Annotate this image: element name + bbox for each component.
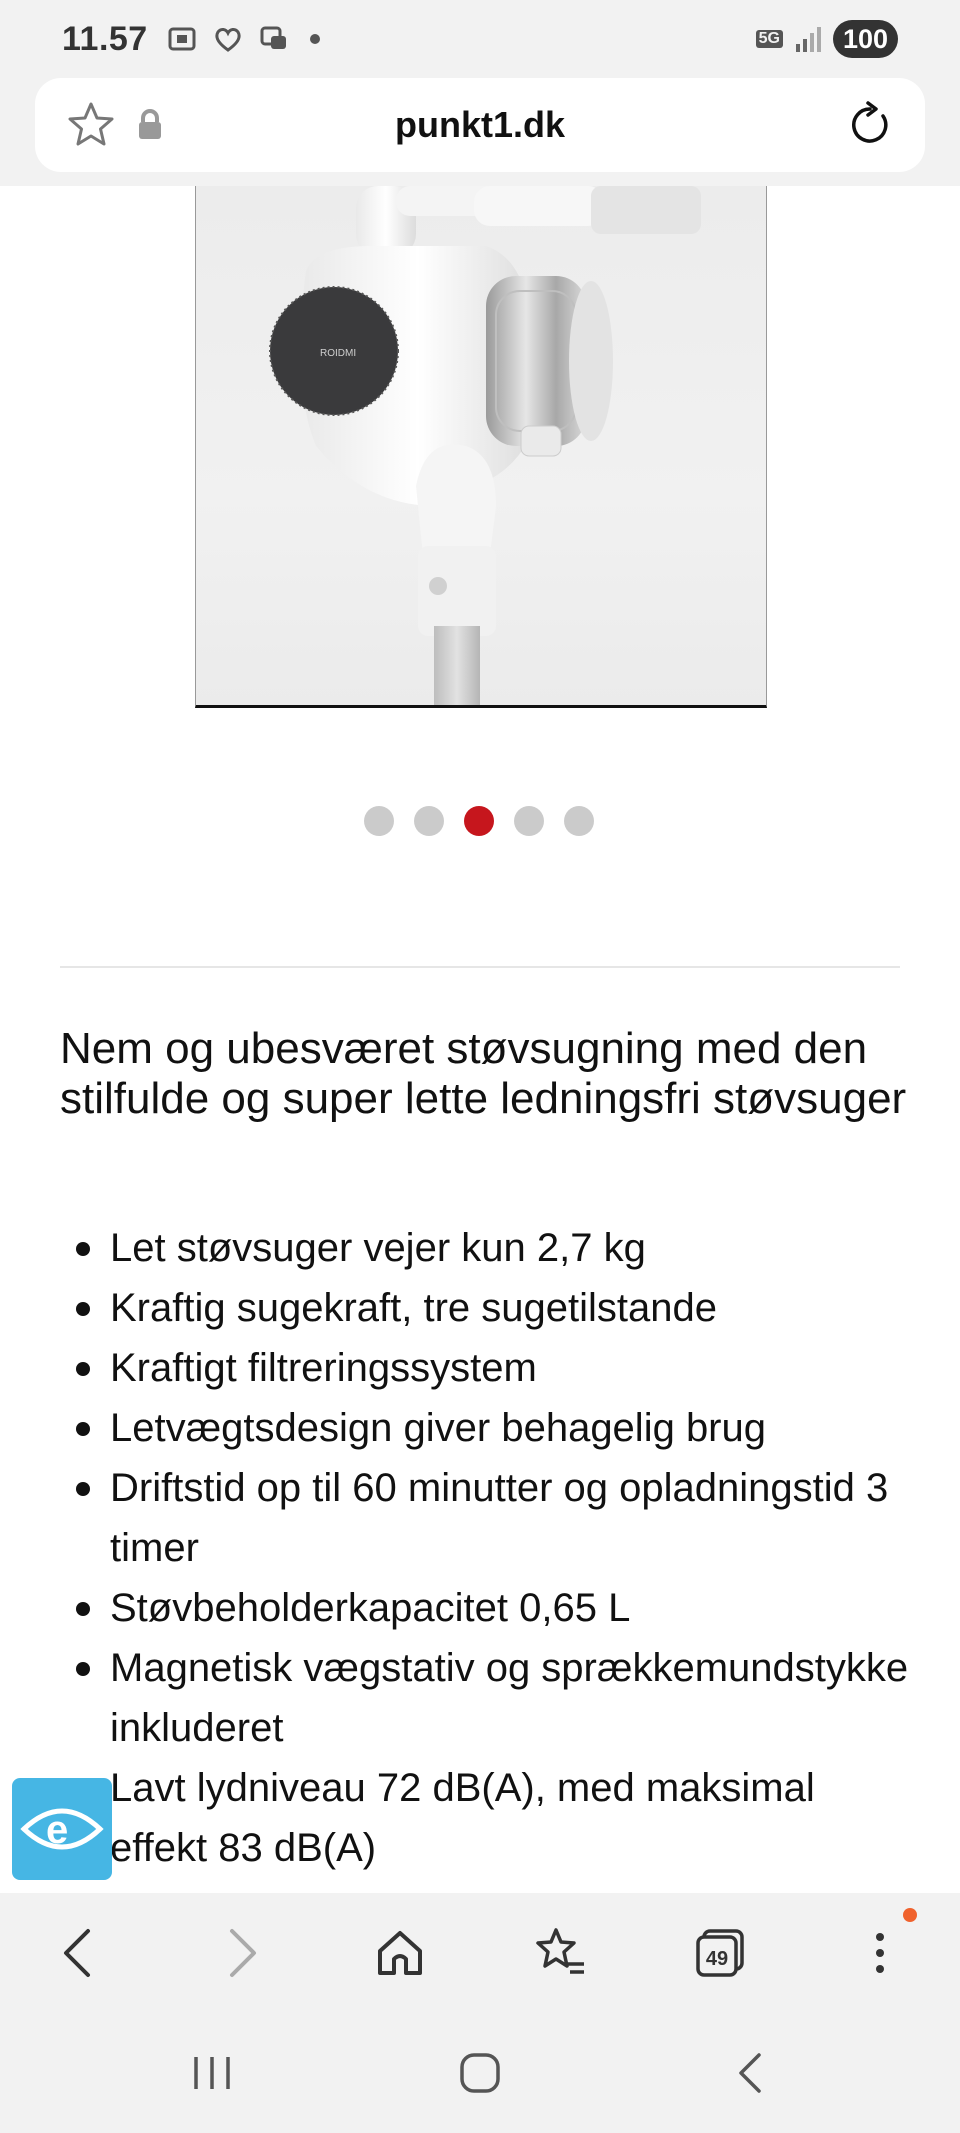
feature-item: Kraftig sugekraft, tre sugetilstande bbox=[60, 1278, 920, 1338]
back-icon[interactable] bbox=[700, 2013, 800, 2133]
section-divider bbox=[60, 966, 900, 968]
brand-logo: ROIDMI bbox=[320, 348, 356, 359]
screenshot-icon bbox=[168, 27, 196, 51]
lock-icon bbox=[135, 108, 165, 142]
status-time: 11.57 bbox=[62, 19, 148, 58]
url-bar-container: punkt1.dk bbox=[0, 78, 960, 186]
vacuum-illustration: ROIDMI bbox=[269, 186, 701, 705]
recents-icon[interactable] bbox=[162, 2013, 262, 2133]
browser-page: 11.57 5G 100 punkt1.dk ROIDMI Nem og ube… bbox=[0, 0, 960, 2133]
status-notification-icons bbox=[166, 23, 320, 55]
feature-item: Støvbeholderkapacitet 0,65 L bbox=[60, 1578, 920, 1638]
home-button-icon[interactable] bbox=[430, 2013, 530, 2133]
accessibility-button[interactable]: e bbox=[12, 1778, 112, 1880]
bookmarks-icon[interactable] bbox=[520, 1893, 600, 2013]
url-bar[interactable]: punkt1.dk bbox=[35, 78, 925, 172]
home-icon[interactable] bbox=[360, 1893, 440, 2013]
feature-item: Letvægtsdesign giver behagelig brug bbox=[60, 1398, 920, 1458]
carousel-dot[interactable] bbox=[464, 806, 494, 836]
network-type: 5G bbox=[755, 30, 783, 48]
forward-arrow-icon[interactable] bbox=[202, 1893, 282, 2013]
feature-item: Driftstid op til 60 minutter og opladnin… bbox=[60, 1458, 920, 1578]
messages-icon bbox=[260, 26, 286, 49]
status-right: 5G 100 bbox=[755, 20, 898, 58]
menu-notification-dot bbox=[903, 1908, 917, 1922]
product-image[interactable]: ROIDMI bbox=[195, 186, 767, 708]
url-domain: punkt1.dk bbox=[394, 104, 565, 145]
carousel-dot[interactable] bbox=[364, 806, 394, 836]
feature-list: Let støvsuger vejer kun 2,7 kg Kraftig su… bbox=[60, 1218, 920, 1878]
carousel-dot[interactable] bbox=[564, 806, 594, 836]
feature-item: Lavt lydniveau 72 dB(A), med maksimal ef… bbox=[60, 1758, 920, 1878]
accessibility-eye-icon: e bbox=[20, 1808, 104, 1852]
tab-count: 49 bbox=[706, 1948, 728, 1970]
signal-icon bbox=[795, 27, 821, 52]
feature-item: Kraftigt filtreringssystem bbox=[60, 1338, 920, 1398]
more-notifications-dot bbox=[309, 34, 320, 44]
battery-level: 100 bbox=[832, 20, 898, 58]
reload-icon[interactable] bbox=[845, 100, 895, 150]
bookmark-star-icon[interactable] bbox=[65, 99, 117, 151]
back-arrow-icon[interactable] bbox=[38, 1893, 118, 2013]
tabs-button[interactable]: 49 bbox=[680, 1893, 760, 2013]
svg-text:e: e bbox=[46, 1808, 68, 1852]
carousel-indicators bbox=[364, 806, 594, 836]
status-bar: 11.57 5G 100 bbox=[0, 0, 960, 78]
system-nav-bar bbox=[0, 2013, 960, 2133]
browser-toolbar: 49 bbox=[0, 1893, 960, 2013]
health-icon bbox=[215, 28, 241, 52]
product-headline: Nem og ubesværet støvsugning med den sti… bbox=[60, 1024, 907, 1123]
feature-item: Let støvsuger vejer kun 2,7 kg bbox=[60, 1218, 920, 1278]
feature-item: Magnetisk vægstativ og sprækkemundstykke… bbox=[60, 1638, 920, 1758]
carousel-dot[interactable] bbox=[414, 806, 444, 836]
carousel-dot[interactable] bbox=[514, 806, 544, 836]
